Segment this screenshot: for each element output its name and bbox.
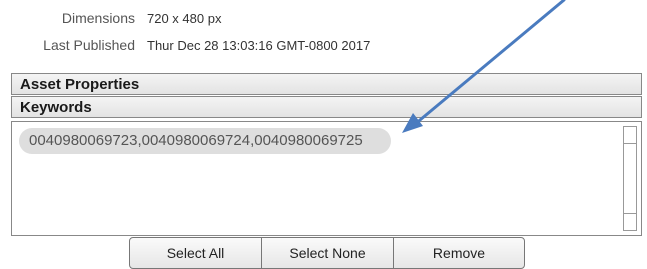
annotation-arrow-icon — [402, 0, 566, 133]
asset-details-panel: Dimensions 720 x 480 px Last Published T… — [0, 0, 647, 269]
